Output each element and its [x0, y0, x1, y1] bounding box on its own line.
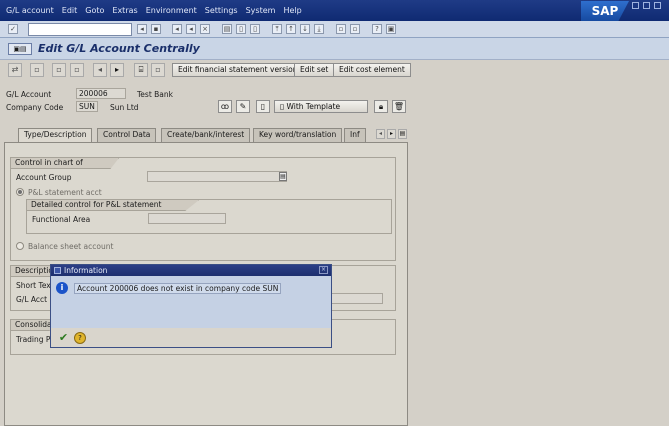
menu-goto[interactable]: Goto [85, 6, 104, 15]
menu-help[interactable]: Help [283, 6, 301, 15]
functional-area-label: Functional Area [32, 215, 91, 224]
short-text-label: Short Text [16, 281, 54, 290]
company-code-field[interactable]: SUN [76, 101, 98, 112]
title-bar: ▣▤ Edit G/L Account Centrally [0, 38, 669, 60]
dialog-title: Information [64, 266, 108, 275]
edit-cost-element-button[interactable]: Edit cost element [333, 63, 411, 77]
page-title: Edit G/L Account Centrally [38, 42, 200, 55]
detailed-control-group: Detailed control for P&L statement accou… [26, 199, 392, 234]
enter-icon[interactable]: ✓ [8, 24, 18, 34]
dropdown-icon[interactable]: ◂ [137, 24, 147, 34]
information-dialog: Information × i Account 200006 does not … [50, 264, 332, 348]
detailed-control-title: Detailed control for P&L statement accou… [27, 200, 199, 211]
back-icon[interactable]: ◂ [172, 24, 182, 34]
with-template-button[interactable]: ▯ With Template [274, 100, 368, 113]
empty-area [409, 80, 669, 426]
dialog-body: i Account 200006 does not exist in compa… [51, 276, 331, 328]
print-icon[interactable]: ▤ [222, 24, 232, 34]
menu-settings[interactable]: Settings [205, 6, 238, 15]
maximize-icon[interactable] [643, 2, 650, 9]
gl-account-field[interactable]: 200006 [76, 88, 126, 99]
save-icon[interactable]: ▪ [151, 24, 161, 34]
next-page-icon[interactable]: ↓ [300, 24, 310, 34]
edit-fs-version-button[interactable]: Edit financial statement version [172, 63, 304, 77]
menu-environment[interactable]: Environment [146, 6, 197, 15]
checkmark-icon[interactable]: ✔ [57, 332, 70, 344]
dialog-title-bar[interactable]: Information × [51, 265, 331, 276]
minimize-icon[interactable] [632, 2, 639, 9]
close-window-icon[interactable] [654, 2, 661, 9]
account-group-field[interactable] [147, 171, 287, 182]
prev-account-icon[interactable]: ◂ [93, 63, 107, 77]
company-code-label: Company Code [6, 103, 64, 112]
account-group-label: Account Group [16, 173, 72, 182]
dialog-window-icon [54, 267, 61, 274]
first-page-icon[interactable]: ⤒ [272, 24, 282, 34]
new-document-icon[interactable]: ▯ [256, 100, 270, 113]
tab-scroll-right-icon[interactable]: ▸ [387, 129, 396, 139]
cancel-icon[interactable]: × [200, 24, 210, 34]
info-icon: i [56, 282, 68, 294]
next-account-icon[interactable]: ▸ [110, 63, 124, 77]
menu-extras[interactable]: Extras [112, 6, 137, 15]
menu-bar: G/L account Edit Goto Extras Environment… [0, 0, 669, 21]
glasses-icon[interactable]: ꝏ [218, 100, 232, 113]
dialog-message: Account 200006 does not exist in company… [74, 283, 282, 294]
prev-page-icon[interactable]: ↑ [286, 24, 296, 34]
display-change-icon[interactable]: ⇄ [8, 63, 22, 77]
functional-area-field[interactable] [148, 213, 226, 224]
application-toolbar: ⇄ ▫ ▫ ▫ ◂ ▸ ⌸ ▫ Edit financial statement… [0, 60, 669, 80]
balance-sheet-radio[interactable] [16, 242, 24, 250]
layout-icon[interactable]: ▣ [386, 24, 396, 34]
shortcut-icon[interactable]: ▫ [350, 24, 360, 34]
pencil-icon[interactable]: ✎ [236, 100, 250, 113]
new-session-icon[interactable]: ▫ [336, 24, 346, 34]
tab-control-data[interactable]: Control Data [97, 128, 157, 142]
pl-statement-radio[interactable] [16, 188, 24, 196]
exit-icon[interactable]: ◂ [186, 24, 196, 34]
pl-statement-label: P&L statement acct [28, 188, 102, 197]
tab-information[interactable]: Inf [344, 128, 366, 142]
tab-create-bank-interest[interactable]: Create/bank/interest [161, 128, 251, 142]
description-group-title: Description [11, 266, 55, 277]
find-icon[interactable]: ▯ [236, 24, 246, 34]
delete-icon[interactable]: ▫ [70, 63, 84, 77]
with-template-label: With Template [286, 102, 341, 111]
menu-edit[interactable]: Edit [62, 6, 78, 15]
gl-account-label: G/L Account [6, 90, 52, 99]
company-code-description: Sun Ltd [110, 103, 139, 112]
tab-scroll-left-icon[interactable]: ◂ [376, 129, 385, 139]
trading-partner-label: Trading P [16, 335, 51, 344]
tab-keyword-translation[interactable]: Key word/translation [253, 128, 343, 142]
change-docs-icon[interactable]: ▫ [151, 63, 165, 77]
command-field[interactable] [28, 23, 132, 36]
menu-system[interactable]: System [246, 6, 276, 15]
menu-gl-account[interactable]: G/L account [6, 6, 54, 15]
dialog-footer: ✔ ? [51, 328, 331, 347]
coa-group-title: Control in chart of accounts [11, 158, 119, 169]
tab-type-description[interactable]: Type/Description [18, 128, 93, 142]
edit-set-button[interactable]: Edit set [294, 63, 335, 77]
account-group-dropdown-icon[interactable]: ▤ [279, 172, 287, 181]
copy-icon[interactable]: ▫ [30, 63, 44, 77]
gl-account-description: Test Bank [137, 90, 173, 99]
standard-toolbar: ✓ ◂ ▪ ◂ ◂ × ▤ ▯ ▯ ⤒ ↑ ↓ ⤓ ▫ ▫ ? ▣ [0, 21, 669, 38]
close-icon[interactable]: × [319, 266, 328, 274]
trash-icon[interactable]: 🗑︎ [392, 100, 406, 113]
consolidation-group-title: Consolidati [11, 320, 53, 331]
help-icon[interactable]: ? [372, 24, 382, 34]
balance-sheet-label: Balance sheet account [28, 242, 114, 251]
tab-list-icon[interactable]: ▤ [398, 129, 407, 139]
coa-control-group: Control in chart of accounts Account Gro… [10, 157, 396, 261]
gl-acct-long-text-label: G/L Acct L [16, 295, 54, 304]
lock-icon[interactable]: 🔒︎ [374, 100, 388, 113]
last-page-icon[interactable]: ⤓ [314, 24, 324, 34]
find-next-icon[interactable]: ▯ [250, 24, 260, 34]
where-used-icon[interactable]: ⌸ [134, 63, 148, 77]
account-icon[interactable]: ▣▤ [8, 43, 32, 55]
template-icon[interactable]: ▫ [52, 63, 66, 77]
help-icon[interactable]: ? [74, 332, 86, 344]
